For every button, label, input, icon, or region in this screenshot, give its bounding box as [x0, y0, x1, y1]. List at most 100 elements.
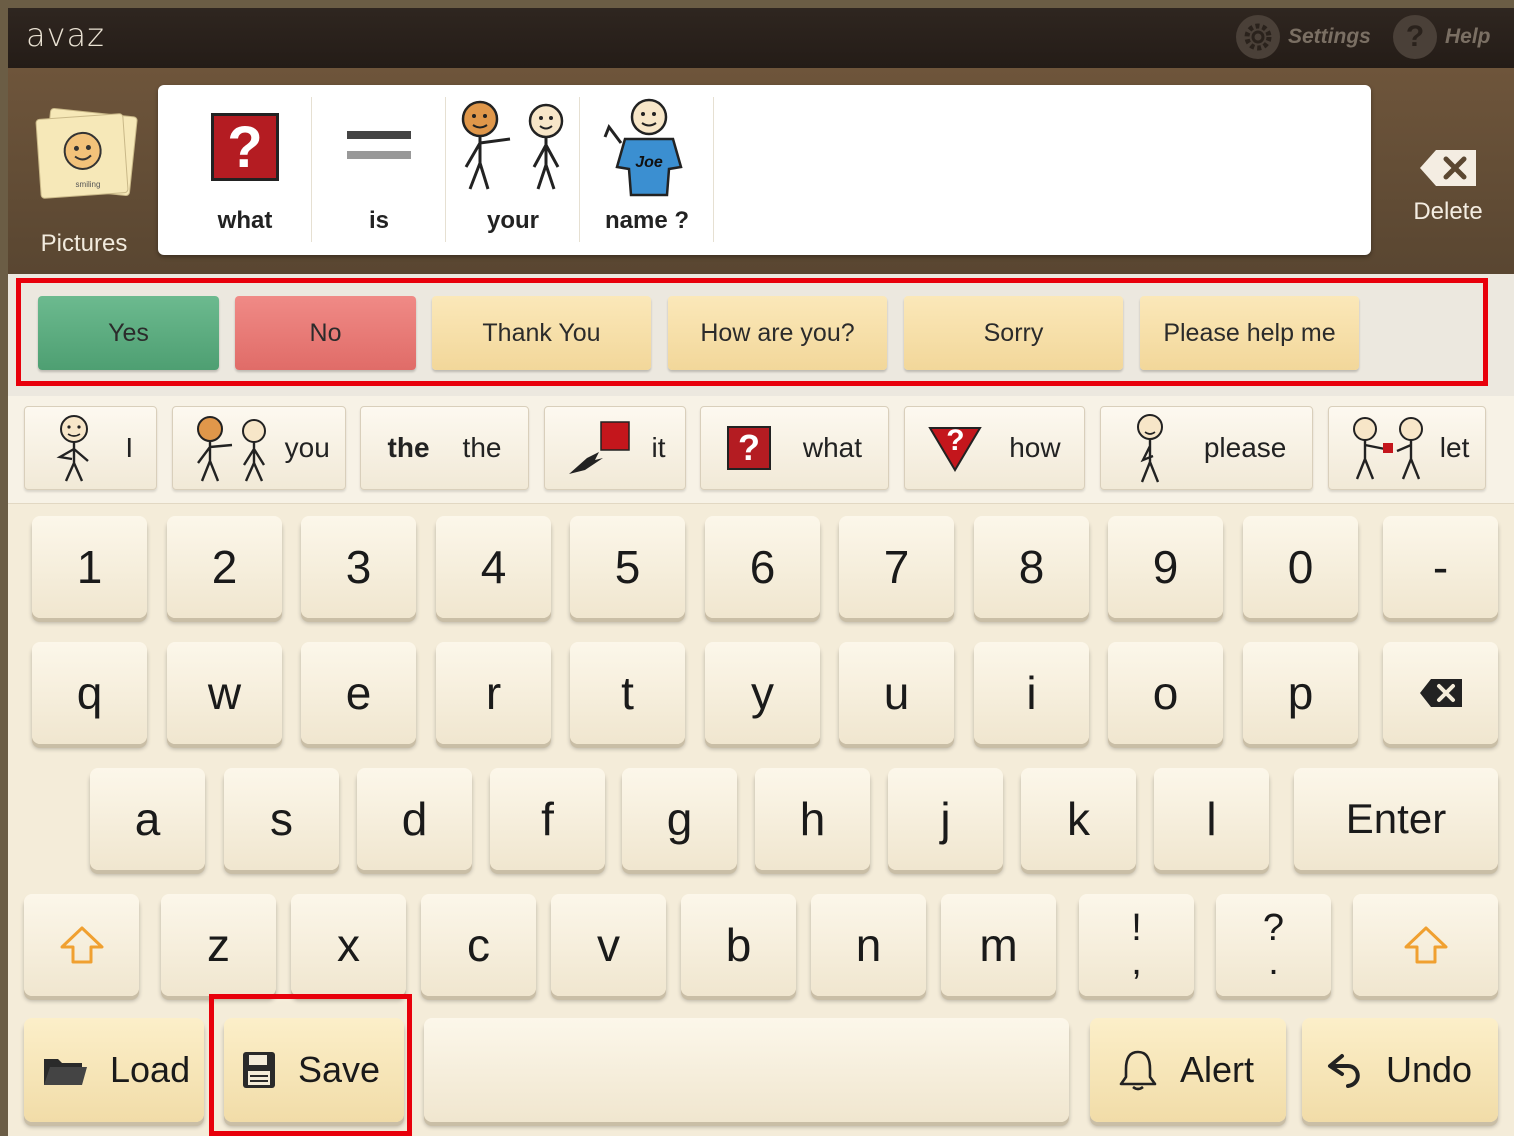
shift-key-left[interactable]	[24, 894, 139, 996]
prediction-label: what	[802, 432, 863, 463]
undo-button[interactable]: Undo	[1302, 1018, 1498, 1122]
key-y[interactable]: y	[705, 642, 820, 744]
key-i[interactable]: i	[974, 642, 1089, 744]
key-4[interactable]: 4	[436, 516, 551, 618]
key-e[interactable]: e	[301, 642, 416, 744]
delete-button[interactable]: Delete	[1398, 138, 1498, 238]
shift-key-right[interactable]	[1353, 894, 1498, 996]
prediction-i[interactable]: I	[24, 406, 157, 490]
top-bar: avaz Settings ? Help	[8, 8, 1514, 68]
key-3[interactable]: 3	[301, 516, 416, 618]
settings-label: Settings	[1288, 25, 1371, 48]
prediction-it[interactable]: it	[544, 406, 686, 490]
key-top-char: !	[1131, 907, 1142, 949]
card-caption: smiling	[75, 180, 101, 189]
message-area: smiling Pictures ? what is your Joe name…	[8, 68, 1514, 274]
message-word-label: is	[368, 207, 389, 234]
shift-arrow-icon	[1404, 926, 1447, 964]
shift-arrow-icon	[60, 926, 103, 964]
name-symbol: Joe	[580, 97, 714, 197]
prediction-label: you	[284, 432, 330, 463]
message-word-label: your	[486, 207, 539, 234]
key-5[interactable]: 5	[570, 516, 685, 618]
pictures-button[interactable]: smiling Pictures	[24, 107, 144, 258]
message-word-name[interactable]: Joe name ?	[580, 97, 714, 242]
app-logo: avaz	[26, 16, 105, 54]
key-c[interactable]: c	[421, 894, 536, 996]
gear-icon	[1236, 15, 1280, 59]
pictures-label: Pictures	[40, 230, 128, 257]
key-m[interactable]: m	[941, 894, 1056, 996]
message-box[interactable]: ? what is your Joe name ?	[158, 85, 1371, 255]
key-r[interactable]: r	[436, 642, 551, 744]
key-1[interactable]: 1	[32, 516, 147, 618]
prediction-label: it	[651, 432, 666, 463]
key-0[interactable]: 0	[1243, 516, 1358, 618]
backspace-key[interactable]	[1383, 642, 1498, 744]
key-g[interactable]: g	[622, 768, 737, 870]
key-exclamation-comma[interactable]: !,	[1079, 894, 1194, 996]
prediction-label: the	[462, 432, 502, 463]
name-badge: Joe	[635, 154, 663, 171]
key-h[interactable]: h	[755, 768, 870, 870]
prediction-let[interactable]: let	[1328, 406, 1486, 490]
folder-icon	[42, 1053, 88, 1087]
people-pointing-icon	[197, 416, 267, 482]
key-b[interactable]: b	[681, 894, 796, 996]
key-hyphen[interactable]: -	[1383, 516, 1498, 618]
key-d[interactable]: d	[357, 768, 472, 870]
message-word-is[interactable]: is	[312, 97, 446, 242]
key-s[interactable]: s	[224, 768, 339, 870]
key-v[interactable]: v	[551, 894, 666, 996]
key-w[interactable]: w	[167, 642, 282, 744]
help-label: Help	[1445, 25, 1491, 48]
delete-label: Delete	[1413, 198, 1483, 225]
key-7[interactable]: 7	[839, 516, 954, 618]
spacebar[interactable]	[424, 1018, 1069, 1122]
key-p[interactable]: p	[1243, 642, 1358, 744]
prediction-how[interactable]: ? how	[904, 406, 1085, 490]
prediction-label: please	[1203, 432, 1287, 463]
key-6[interactable]: 6	[705, 516, 820, 618]
key-8[interactable]: 8	[974, 516, 1089, 618]
prediction-the[interactable]: the the	[360, 406, 529, 490]
quick-phrases-bar: Yes No Thank You How are you? Sorry Plea…	[8, 274, 1514, 396]
message-word-your[interactable]: your	[446, 97, 580, 242]
hand-pointing-object-icon	[568, 421, 630, 474]
key-q[interactable]: q	[32, 642, 147, 744]
prediction-you[interactable]: you	[172, 406, 346, 490]
alert-button[interactable]: Alert	[1090, 1018, 1286, 1122]
question-mark-symbol: ?	[178, 97, 312, 197]
prediction-label: I	[125, 432, 134, 463]
person-pointing-self-icon	[56, 415, 89, 482]
key-a[interactable]: a	[90, 768, 205, 870]
prediction-label: how	[1009, 432, 1061, 463]
key-t[interactable]: t	[570, 642, 685, 744]
key-f[interactable]: f	[490, 768, 605, 870]
key-z[interactable]: z	[161, 894, 276, 996]
key-l[interactable]: l	[1154, 768, 1269, 870]
key-9[interactable]: 9	[1108, 516, 1223, 618]
settings-button[interactable]: Settings	[1236, 14, 1371, 60]
question-icon: ?	[1393, 15, 1437, 59]
key-bottom-char: .	[1268, 941, 1279, 983]
key-n[interactable]: n	[811, 894, 926, 996]
key-x[interactable]: x	[291, 894, 406, 996]
enter-key[interactable]: Enter	[1294, 768, 1498, 870]
key-u[interactable]: u	[839, 642, 954, 744]
key-j[interactable]: j	[888, 768, 1003, 870]
key-k[interactable]: k	[1021, 768, 1136, 870]
message-word-what[interactable]: ? what	[178, 97, 312, 242]
key-o[interactable]: o	[1108, 642, 1223, 744]
key-2[interactable]: 2	[167, 516, 282, 618]
help-button[interactable]: ? Help	[1393, 14, 1491, 60]
backspace-icon	[1419, 679, 1462, 707]
prediction-what[interactable]: ? what	[700, 406, 889, 490]
question-triangle-icon: ?	[928, 424, 983, 472]
load-button[interactable]: Load	[24, 1018, 204, 1122]
avaz-app: avaz Settings ? Help smiling Pictures ? …	[8, 8, 1514, 1136]
word-prediction-bar: I you the the it ? what ? how please let	[8, 396, 1514, 504]
key-question-period[interactable]: ?.	[1216, 894, 1331, 996]
prediction-please[interactable]: please	[1100, 406, 1313, 490]
highlight-outline-quick-phrases	[16, 278, 1488, 386]
